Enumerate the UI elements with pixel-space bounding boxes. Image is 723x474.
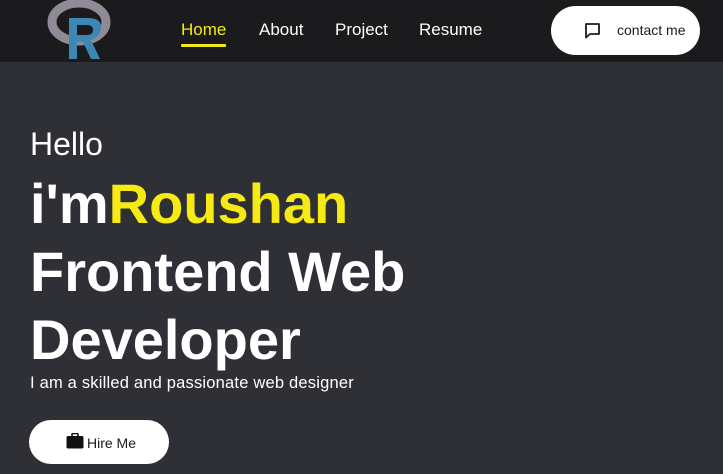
- nav-link-about[interactable]: About: [259, 20, 303, 40]
- active-nav-underline: [181, 44, 227, 47]
- hero-headline: i'mRoushan Frontend Web Developer: [30, 170, 590, 374]
- hire-me-label: Hire Me: [87, 435, 137, 451]
- hire-me-button[interactable]: Hire Me: [29, 420, 169, 464]
- contact-me-label: contact me: [617, 22, 686, 38]
- nav-link-project[interactable]: Project: [335, 20, 388, 40]
- hero-tagline: I am a skilled and passionate web design…: [30, 374, 354, 392]
- hero-greeting: Hello: [30, 126, 103, 162]
- briefcase-icon: [66, 433, 84, 449]
- hero-name: Roushan: [108, 172, 349, 235]
- page: Home About Project Resume contact me Hel…: [0, 0, 723, 474]
- nav-label-project: Project: [335, 20, 388, 39]
- hero-role-line2: Developer: [30, 308, 301, 371]
- contact-me-button[interactable]: contact me: [551, 6, 700, 55]
- hero-role-line1: Frontend Web: [30, 240, 406, 303]
- hero-prefix: i'm: [30, 172, 109, 235]
- nav-link-resume[interactable]: Resume: [419, 20, 482, 40]
- chat-icon: [585, 23, 600, 39]
- nav-label-about: About: [259, 20, 304, 39]
- navbar: Home About Project Resume contact me: [0, 0, 723, 62]
- nav-label-home: Home: [181, 20, 227, 39]
- nav-link-home[interactable]: Home: [181, 20, 227, 47]
- nav-label-resume: Resume: [419, 20, 483, 39]
